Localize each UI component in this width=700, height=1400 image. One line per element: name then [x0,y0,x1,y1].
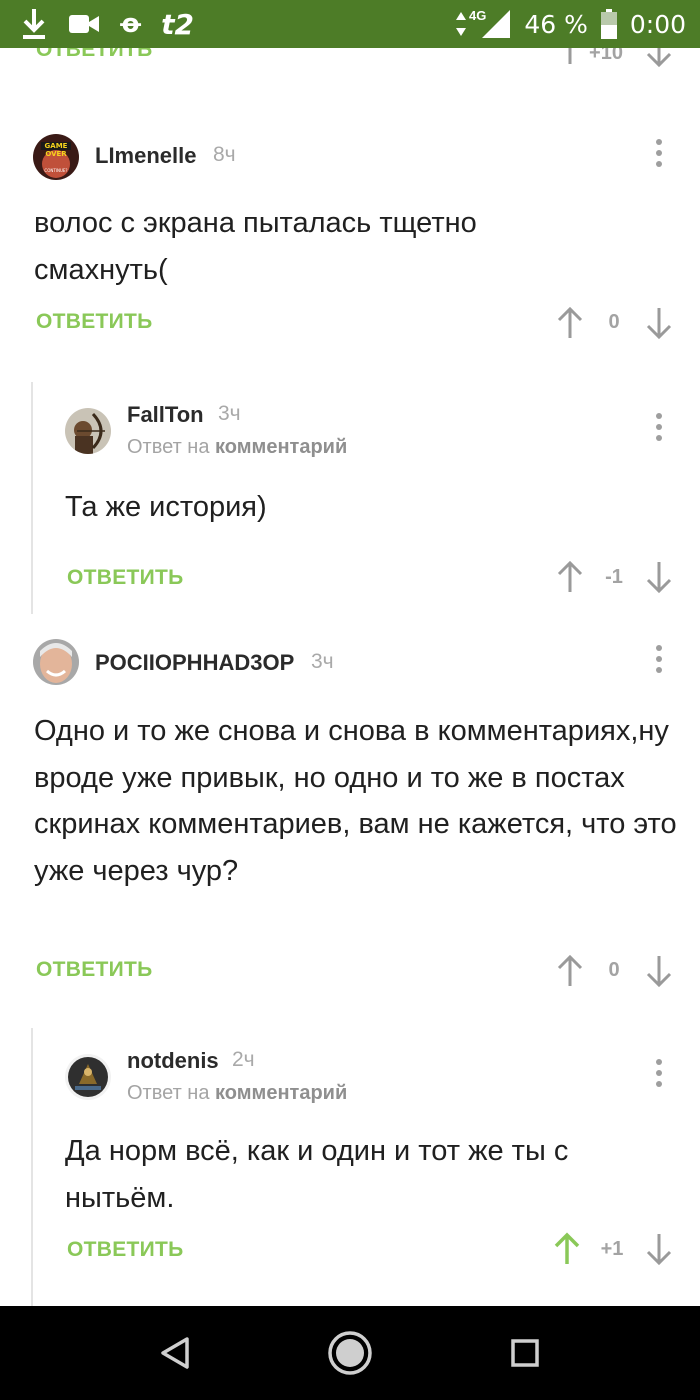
score: +10 [589,48,623,64]
author-name[interactable]: POCIIOPHHAD3OP [95,650,294,676]
arrow-up-icon[interactable] [555,306,585,340]
author-name[interactable]: FallTon [127,402,204,428]
arrow-up-icon[interactable] [555,560,585,594]
comment-time: 3ч [311,650,334,673]
comment: POCIIOPHHAD3OP 3ч Одно и то же снова и с… [0,634,700,1004]
reply-to-link[interactable]: комментарий [215,1082,347,1104]
arrow-up-icon[interactable] [555,48,585,66]
clock: 0:00 [629,9,686,39]
comment-time: 2ч [232,1048,255,1071]
arrow-down-icon[interactable] [644,48,674,68]
status-bar: ꝋ t2 4G 46 % 0:00 [0,0,700,48]
score: -1 [605,566,623,588]
reply-button[interactable]: ОТВЕТИТЬ [36,958,153,982]
data-arrows-icon [456,12,466,36]
system-nav-bar [0,1306,700,1400]
reply-to-link[interactable]: комментарий [215,436,347,458]
video-camera-icon [69,15,99,33]
recents-square-icon[interactable] [500,1328,550,1378]
reply-comment: notdenis 2ч Ответ на комментарий Да норм… [0,1044,700,1304]
battery-icon [600,9,617,39]
avatar-text: GAME [45,142,68,150]
arrow-down-icon[interactable] [644,954,674,988]
avatar[interactable] [33,639,79,685]
back-triangle-icon[interactable] [150,1328,200,1378]
download-icon [23,9,45,39]
score: 0 [608,959,620,981]
arrow-down-icon[interactable] [644,1232,674,1266]
reply-button[interactable]: ОТВЕТИТЬ [67,566,184,590]
comment-text: Да норм всё, как и один и тот же ты с ны… [65,1135,569,1214]
reply-to-label: Ответ на комментарий [127,1082,347,1105]
arrow-up-icon[interactable] [555,954,585,988]
comment-time: 8ч [213,143,236,166]
more-vert-icon[interactable] [649,138,669,168]
comment-text: волос с экрана пыталась тщетно смахнуть( [34,207,477,286]
odnoklassniki-icon: ꝋ [120,9,142,39]
score: 0 [608,311,620,333]
arrow-up-icon[interactable] [552,1232,582,1266]
author-name[interactable]: notdenis [127,1048,219,1074]
arrow-down-icon[interactable] [644,306,674,340]
author-name[interactable]: LImenelle [95,143,196,169]
comment-text: Та же история) [65,491,267,523]
more-vert-icon[interactable] [649,412,669,442]
reply-button[interactable]: ОТВЕТИТЬ [36,48,153,62]
avatar[interactable] [65,408,111,454]
more-vert-icon[interactable] [649,644,669,674]
reply-comment: FallTon 3ч Ответ на комментарий Та же ис… [0,398,700,618]
carrier-label: t2 [161,7,195,41]
avatar[interactable] [65,1054,111,1100]
comment-time: 3ч [218,402,241,425]
signal-icon [482,10,511,38]
battery-percent: 46 % [524,9,588,39]
more-vert-icon[interactable] [649,1058,669,1088]
comments-feed[interactable]: ОТВЕТИТЬ +10 GAME OVER CONTINUE? LImenel… [0,48,700,1306]
reply-to-prefix: Ответ на [127,1082,210,1104]
arrow-down-icon[interactable] [644,560,674,594]
home-circle-icon[interactable] [325,1328,375,1378]
reply-button[interactable]: ОТВЕТИТЬ [67,1238,184,1262]
comment: GAME OVER CONTINUE? LImenelle 8ч волос с… [0,126,700,406]
reply-button[interactable]: ОТВЕТИТЬ [36,310,153,334]
avatar-text: OVER [45,150,67,158]
comment-text: Одно и то же снова и снова в комментария… [34,715,677,887]
avatar-text: CONTINUE? [44,168,67,173]
avatar[interactable]: GAME OVER CONTINUE? [33,134,79,180]
reply-to-label: Ответ на комментарий [127,436,347,459]
score: +1 [600,1238,624,1260]
reply-to-prefix: Ответ на [127,436,210,458]
